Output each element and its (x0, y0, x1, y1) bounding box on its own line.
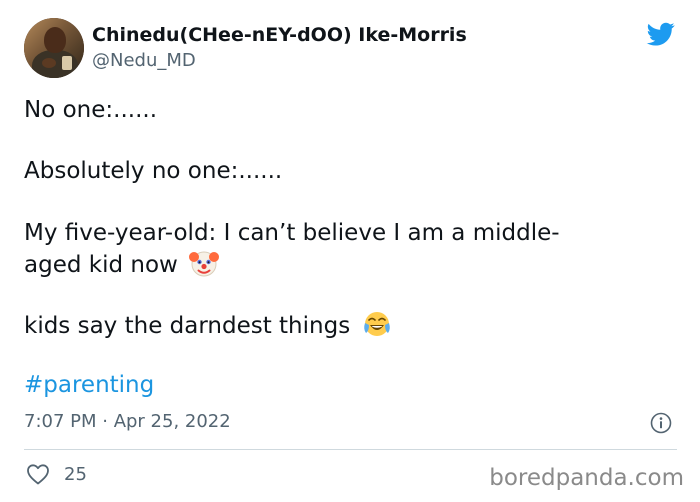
tweet-line-5-text: kids say the darndest things (24, 313, 351, 339)
info-icon[interactable] (650, 412, 672, 434)
like-count: 25 (64, 464, 87, 485)
tweet-line-2: Absolutely no one:...... (24, 158, 283, 184)
tweet-timestamp[interactable]: 7:07 PM · Apr 25, 2022 (24, 410, 231, 434)
twitter-bird-icon[interactable] (645, 20, 677, 48)
tweet-card: Chinedu(CHee-nEY-dOO) Ike-Morris @Nedu_M… (0, 0, 700, 502)
tweet-line-4-text: aged kid now (24, 252, 178, 278)
tears-of-joy-emoji (363, 312, 390, 336)
avatar[interactable] (24, 18, 84, 78)
divider (24, 449, 677, 450)
hashtag-link[interactable]: #parenting (24, 370, 154, 401)
author-handle[interactable]: @Nedu_MD (92, 50, 196, 72)
tweet-line-1: No one:...... (24, 97, 158, 123)
heart-icon[interactable] (26, 463, 50, 485)
clown-face-emoji (189, 251, 220, 277)
author-name[interactable]: Chinedu(CHee-nEY-dOO) Ike-Morris (92, 24, 467, 46)
tweet-line-3: My five-year-old: I can’t believe I am a… (24, 220, 560, 246)
tweet-line-5: kids say the darndest things (24, 309, 392, 342)
watermark: boredpanda.com (489, 465, 684, 491)
tweet-line-4: aged kid now (24, 248, 220, 281)
